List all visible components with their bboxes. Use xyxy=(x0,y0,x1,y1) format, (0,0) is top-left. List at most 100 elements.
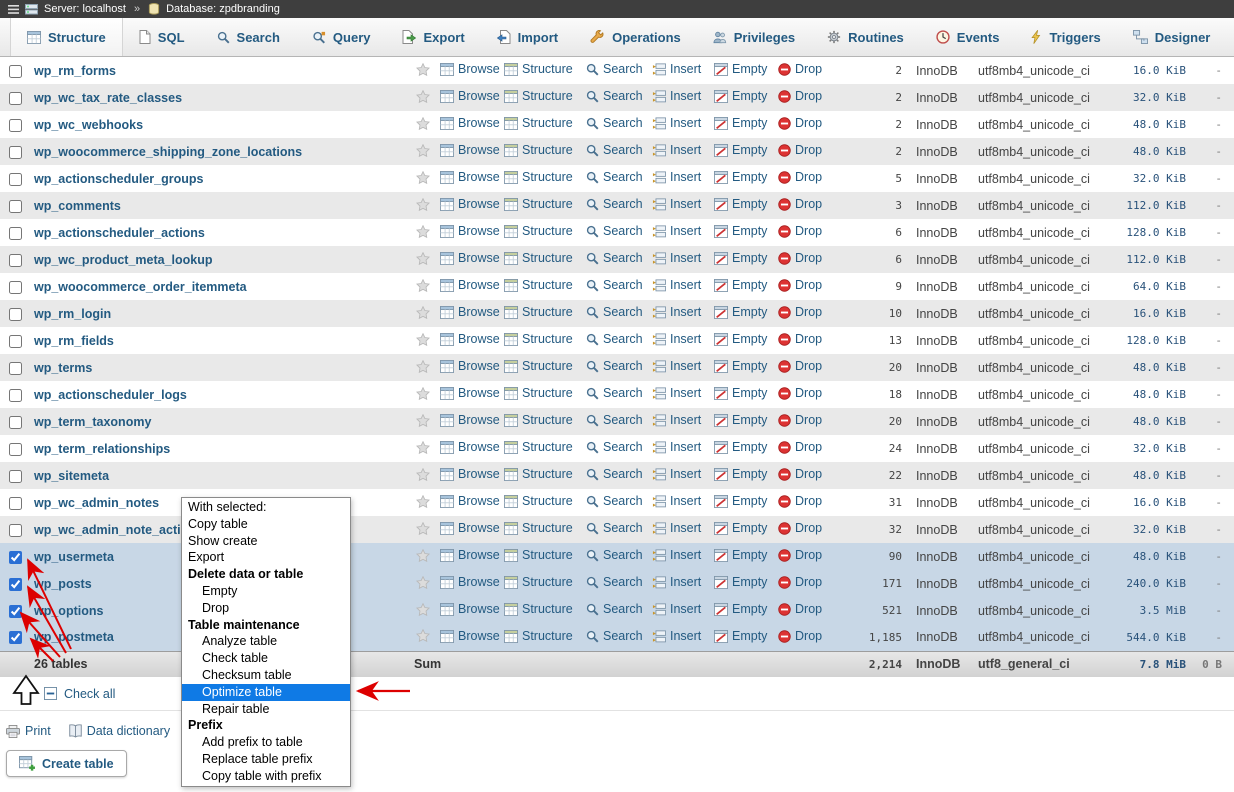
favorite-star-icon[interactable] xyxy=(416,332,430,346)
row-action-search[interactable]: Search xyxy=(586,305,643,319)
breadcrumb-server[interactable]: Server: localhost xyxy=(44,3,126,15)
favorite-star-icon[interactable] xyxy=(416,440,430,454)
row-action-drop[interactable]: Drop xyxy=(778,224,822,238)
row-action-structure[interactable]: Structure xyxy=(504,116,573,130)
row-action-empty[interactable]: Empty xyxy=(714,305,767,319)
row-action-structure[interactable]: Structure xyxy=(504,494,573,508)
row-action-empty[interactable]: Empty xyxy=(714,602,767,616)
row-action-insert[interactable]: Insert xyxy=(652,62,701,76)
row-action-search[interactable]: Search xyxy=(586,278,643,292)
table-name-link[interactable]: wp_terms xyxy=(34,361,92,375)
row-action-insert[interactable]: Insert xyxy=(652,89,701,103)
row-checkbox[interactable] xyxy=(9,226,22,240)
data-dictionary-link[interactable]: Data dictionary xyxy=(68,724,170,738)
table-name-link[interactable]: wp_woocommerce_order_itemmeta xyxy=(34,280,247,294)
favorite-star-icon[interactable] xyxy=(416,116,430,130)
row-action-drop[interactable]: Drop xyxy=(778,332,822,346)
row-action-structure[interactable]: Structure xyxy=(504,62,573,76)
table-name-link[interactable]: wp_sitemeta xyxy=(34,469,109,483)
row-action-search[interactable]: Search xyxy=(586,467,643,481)
favorite-star-icon[interactable] xyxy=(416,548,430,562)
tab-routines[interactable]: Routines xyxy=(811,18,920,56)
menu-item-table-maintenance[interactable]: Table maintenance xyxy=(182,617,350,634)
table-name-link[interactable]: wp_rm_forms xyxy=(34,64,116,78)
row-action-browse[interactable]: Browse xyxy=(440,359,500,373)
row-action-browse[interactable]: Browse xyxy=(440,251,500,265)
row-action-browse[interactable]: Browse xyxy=(440,197,500,211)
table-name-link[interactable]: wp_term_taxonomy xyxy=(34,415,151,429)
row-action-drop[interactable]: Drop xyxy=(778,629,822,643)
menu-item-replace-table-prefix[interactable]: Replace table prefix xyxy=(182,751,350,768)
menu-item-analyze-table[interactable]: Analyze table xyxy=(182,633,350,650)
row-action-insert[interactable]: Insert xyxy=(652,467,701,481)
menu-item-prefix[interactable]: Prefix xyxy=(182,717,350,734)
print-link[interactable]: Print xyxy=(6,724,51,738)
row-action-structure[interactable]: Structure xyxy=(504,413,573,427)
create-table-button[interactable]: Create table xyxy=(6,750,127,777)
row-action-structure[interactable]: Structure xyxy=(504,521,573,535)
row-action-structure[interactable]: Structure xyxy=(504,170,573,184)
table-name-link[interactable]: wp_actionscheduler_groups xyxy=(34,172,203,186)
table-name-link[interactable]: wp_postmeta xyxy=(34,630,114,644)
row-action-empty[interactable]: Empty xyxy=(714,116,767,130)
row-action-browse[interactable]: Browse xyxy=(440,224,500,238)
row-checkbox[interactable] xyxy=(9,199,22,213)
menu-item-add-prefix-to-table[interactable]: Add prefix to table xyxy=(182,734,350,751)
table-name-link[interactable]: wp_actionscheduler_actions xyxy=(34,226,205,240)
favorite-star-icon[interactable] xyxy=(416,224,430,238)
row-action-browse[interactable]: Browse xyxy=(440,305,500,319)
row-action-drop[interactable]: Drop xyxy=(778,251,822,265)
row-action-browse[interactable]: Browse xyxy=(440,386,500,400)
row-action-drop[interactable]: Drop xyxy=(778,467,822,481)
row-checkbox[interactable] xyxy=(9,388,22,402)
row-action-drop[interactable]: Drop xyxy=(778,440,822,454)
row-action-browse[interactable]: Browse xyxy=(440,440,500,454)
row-action-empty[interactable]: Empty xyxy=(714,494,767,508)
favorite-star-icon[interactable] xyxy=(416,62,430,76)
favorite-star-icon[interactable] xyxy=(416,602,430,616)
row-action-insert[interactable]: Insert xyxy=(652,305,701,319)
table-name-link[interactable]: wp_rm_fields xyxy=(34,334,114,348)
row-action-browse[interactable]: Browse xyxy=(440,548,500,562)
row-action-search[interactable]: Search xyxy=(586,197,643,211)
row-action-browse[interactable]: Browse xyxy=(440,629,500,643)
table-name-link[interactable]: wp_wc_admin_notes xyxy=(34,496,159,510)
row-action-drop[interactable]: Drop xyxy=(778,602,822,616)
favorite-star-icon[interactable] xyxy=(416,143,430,157)
row-action-structure[interactable]: Structure xyxy=(504,224,573,238)
row-checkbox[interactable] xyxy=(9,91,22,105)
favorite-star-icon[interactable] xyxy=(416,575,430,589)
row-action-insert[interactable]: Insert xyxy=(652,143,701,157)
row-action-browse[interactable]: Browse xyxy=(440,575,500,589)
row-action-structure[interactable]: Structure xyxy=(504,359,573,373)
row-action-search[interactable]: Search xyxy=(586,548,643,562)
row-checkbox[interactable] xyxy=(9,442,22,456)
row-action-search[interactable]: Search xyxy=(586,494,643,508)
row-action-browse[interactable]: Browse xyxy=(440,494,500,508)
row-action-insert[interactable]: Insert xyxy=(652,197,701,211)
row-action-search[interactable]: Search xyxy=(586,440,643,454)
row-action-insert[interactable]: Insert xyxy=(652,548,701,562)
table-name-link[interactable]: wp_posts xyxy=(34,577,92,591)
row-checkbox[interactable] xyxy=(9,361,22,375)
row-action-insert[interactable]: Insert xyxy=(652,386,701,400)
favorite-star-icon[interactable] xyxy=(416,89,430,103)
table-name-link[interactable]: wp_comments xyxy=(34,199,121,213)
row-action-insert[interactable]: Insert xyxy=(652,629,701,643)
row-action-structure[interactable]: Structure xyxy=(504,386,573,400)
row-action-drop[interactable]: Drop xyxy=(778,278,822,292)
menu-item-with-selected[interactable]: With selected: xyxy=(182,499,350,516)
row-action-insert[interactable]: Insert xyxy=(652,440,701,454)
row-action-search[interactable]: Search xyxy=(586,62,643,76)
row-action-drop[interactable]: Drop xyxy=(778,494,822,508)
row-action-empty[interactable]: Empty xyxy=(714,413,767,427)
row-action-structure[interactable]: Structure xyxy=(504,143,573,157)
row-action-insert[interactable]: Insert xyxy=(652,332,701,346)
row-checkbox[interactable] xyxy=(9,469,22,483)
row-action-drop[interactable]: Drop xyxy=(778,548,822,562)
menu-item-delete-data-or-table[interactable]: Delete data or table xyxy=(182,566,350,583)
row-action-drop[interactable]: Drop xyxy=(778,62,822,76)
row-checkbox[interactable] xyxy=(9,334,22,348)
menu-item-copy-table[interactable]: Copy table xyxy=(182,516,350,533)
row-action-search[interactable]: Search xyxy=(586,359,643,373)
